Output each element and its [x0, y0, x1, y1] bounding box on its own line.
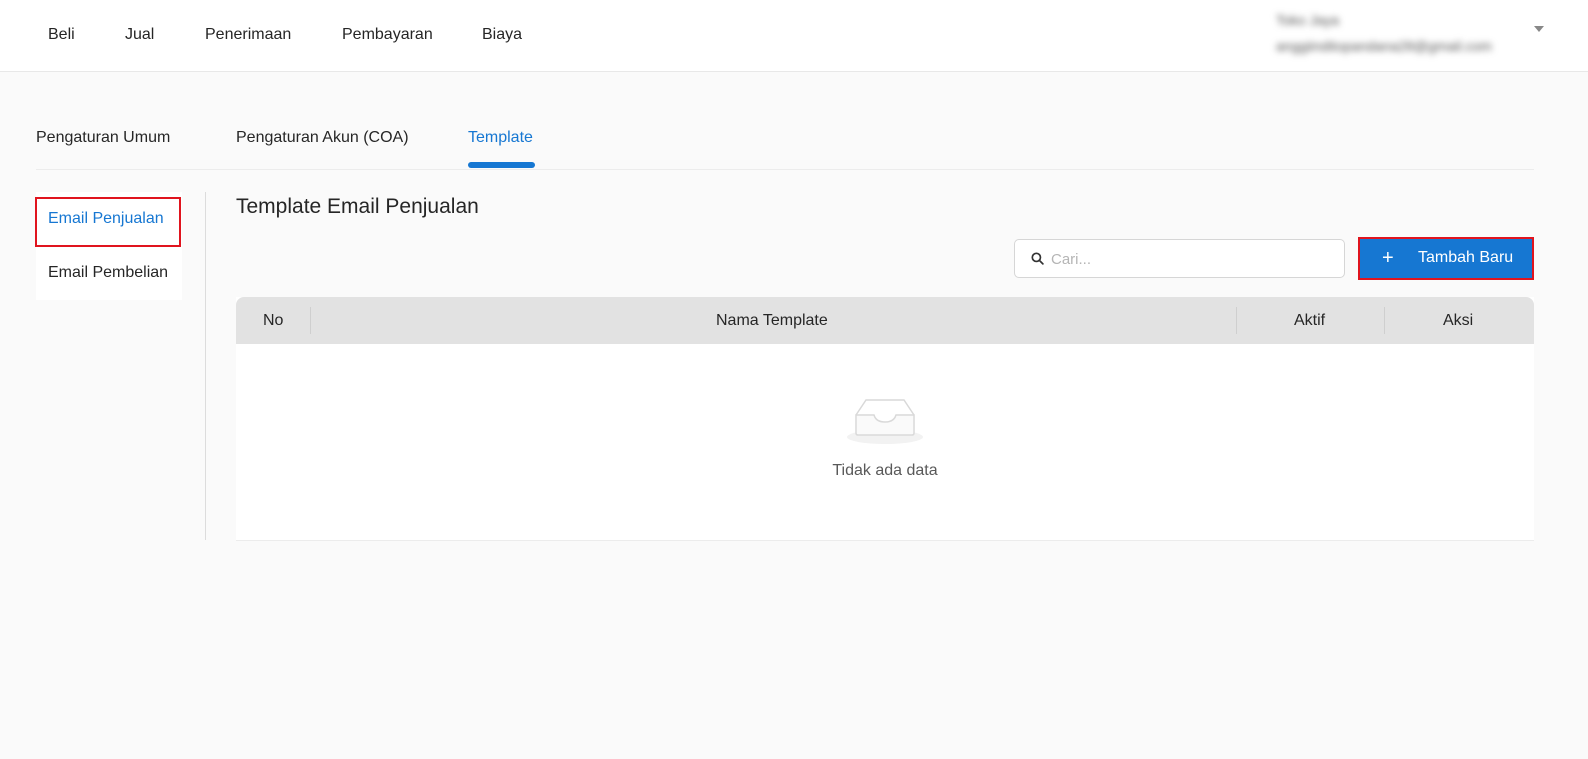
- selection-highlight-box: [35, 197, 181, 247]
- user-email: anggiinditopandana28@gmail.com: [1276, 38, 1492, 54]
- search-input[interactable]: [1051, 248, 1331, 270]
- table-header: No Nama Template Aktif Aksi: [236, 297, 1534, 344]
- side-divider: [205, 192, 206, 540]
- nav-penerimaan[interactable]: Penerimaan: [205, 26, 291, 44]
- nav-pembayaran[interactable]: Pembayaran: [342, 26, 433, 44]
- tab-pengaturan-umum[interactable]: Pengaturan Umum: [36, 129, 170, 147]
- nav-biaya[interactable]: Biaya: [482, 26, 522, 44]
- nav-beli[interactable]: Beli: [48, 26, 75, 44]
- user-menu[interactable]: Toko Jaya anggiinditopandana28@gmail.com: [1276, 10, 1566, 62]
- search-box[interactable]: [1014, 239, 1345, 278]
- empty-inbox-icon: [847, 399, 923, 444]
- caret-down-icon[interactable]: [1534, 26, 1544, 32]
- empty-state-text: Tidak ada data: [832, 462, 938, 479]
- column-separator: [310, 307, 311, 334]
- tab-pengaturan-akun[interactable]: Pengaturan Akun (COA): [236, 129, 409, 147]
- tab-template[interactable]: Template: [468, 129, 533, 147]
- column-separator: [1236, 307, 1237, 334]
- page-title: Template Email Penjualan: [236, 195, 479, 218]
- user-name: Toko Jaya: [1276, 12, 1340, 28]
- column-header-nama-template: Nama Template: [716, 312, 828, 329]
- plus-icon: +: [1382, 247, 1394, 269]
- column-separator: [1384, 307, 1385, 334]
- column-header-aktif: Aktif: [1294, 312, 1326, 329]
- top-navbar: Beli Jual Penerimaan Pembayaran Biaya To…: [0, 0, 1588, 72]
- search-icon: [1031, 252, 1044, 265]
- nav-jual[interactable]: Jual: [125, 26, 154, 44]
- column-header-no: No: [263, 312, 284, 329]
- active-tab-indicator: [468, 162, 535, 168]
- column-header-aksi: Aksi: [1443, 312, 1474, 329]
- add-new-label: Tambah Baru: [1418, 249, 1514, 266]
- add-new-button[interactable]: + Tambah Baru: [1358, 237, 1534, 280]
- side-item-email-pembelian[interactable]: Email Pembelian: [48, 264, 168, 282]
- tabs-divider: [36, 169, 1534, 170]
- template-table: No Nama Template Aktif Aksi Tidak ada da…: [236, 297, 1534, 541]
